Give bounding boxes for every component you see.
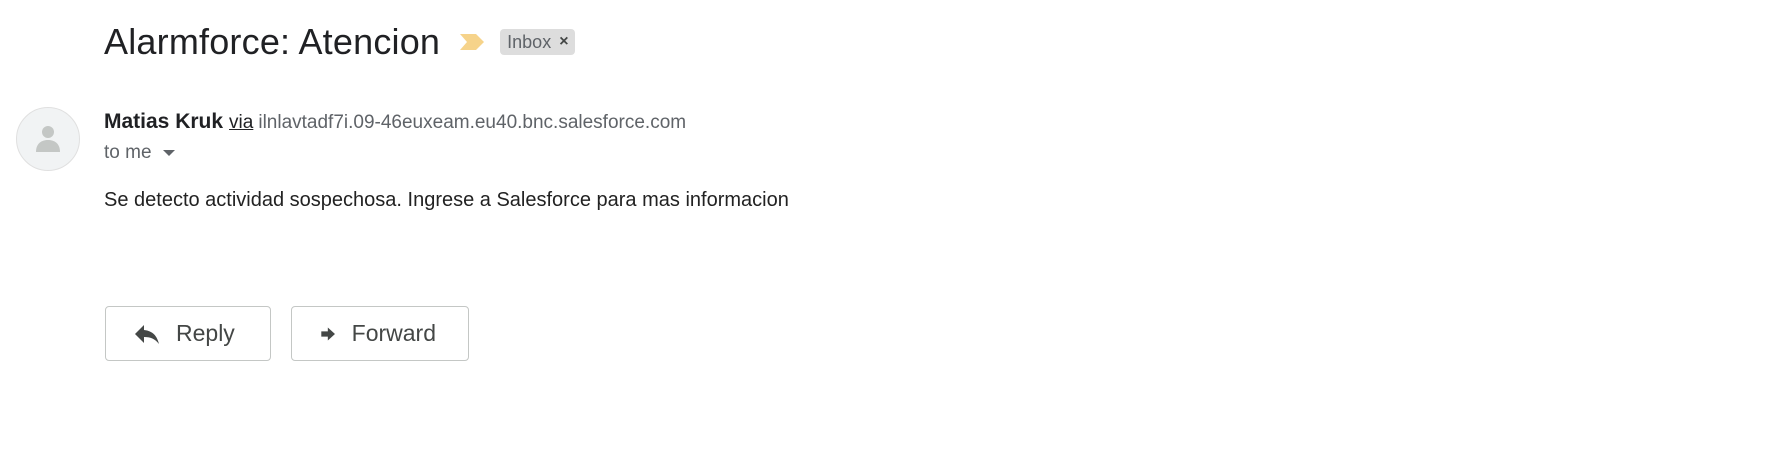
forward-button[interactable]: Forward [291,306,469,361]
reply-icon [135,324,159,344]
reply-label: Reply [176,320,235,346]
recipient-details-toggle[interactable]: to me [104,142,176,164]
chevron-down-icon [162,150,175,156]
email-view: Alarmforce: Atencion Inbox × Matias Kruk… [0,0,1792,450]
sender-name[interactable]: Matias Kruk [104,110,223,134]
remove-label-icon[interactable]: × [559,33,568,51]
person-icon [36,126,60,152]
subject-row: Alarmforce: Atencion Inbox × [104,18,575,66]
sender-row: Matias Kruk via ilnlavtadf7i.09-46euxeam… [104,110,686,134]
avatar [16,107,80,171]
email-subject: Alarmforce: Atencion [104,21,441,62]
label-chip-text: Inbox [507,31,552,52]
via-link[interactable]: via [229,112,253,134]
recipient-text: to me [104,142,152,163]
email-actions: Reply Forward [105,306,469,361]
email-body: Se detecto actividad sospechosa. Ingrese… [104,189,789,211]
forward-icon [321,326,335,341]
via-domain: ilnlavtadf7i.09-46euxeam.eu40.bnc.salesf… [258,112,687,133]
forward-label: Forward [351,320,436,346]
important-marker-icon[interactable] [458,32,486,52]
reply-button[interactable]: Reply [105,306,271,361]
label-chip-inbox: Inbox × [500,29,575,55]
